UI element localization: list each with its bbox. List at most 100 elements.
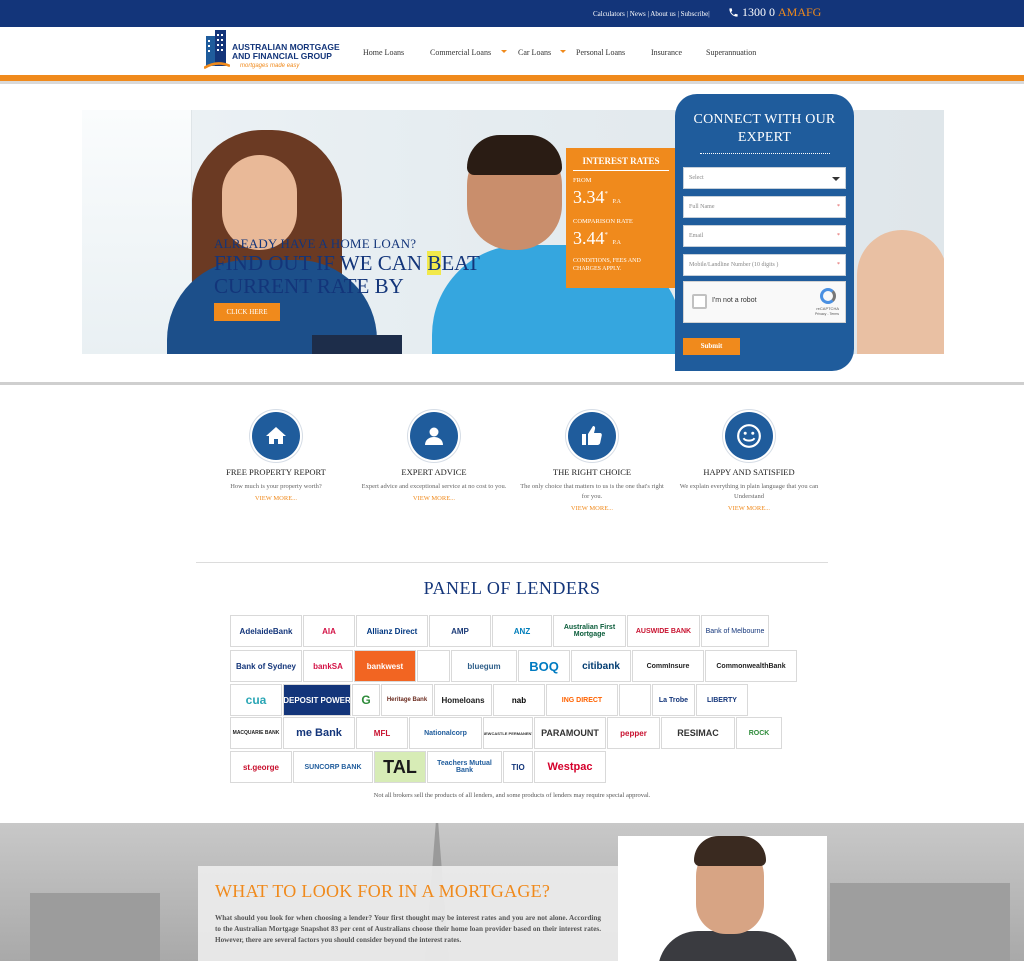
feature-happy-satisfied: HAPPY AND SATISFIED We explain everythin… [674, 412, 824, 512]
lender-logo[interactable]: CommonwealthBank [705, 650, 797, 682]
phone-accent: AMAFG [778, 5, 822, 19]
recaptcha-checkbox[interactable] [692, 294, 707, 309]
lender-logo[interactable]: NEWCASTLE PERMANENT [483, 717, 533, 749]
nav-home-loans[interactable]: Home Loans [363, 48, 404, 57]
email-field[interactable]: Email * [683, 225, 846, 247]
loan-type-select[interactable]: Select [683, 167, 846, 189]
lender-logo[interactable]: Westpac [534, 751, 606, 783]
view-more-link[interactable]: VIEW MORE... [201, 495, 351, 502]
divider [196, 562, 828, 563]
chevron-down-icon [501, 50, 507, 53]
lender-logo[interactable]: Bank of Melbourne [701, 615, 769, 647]
view-more-link[interactable]: VIEW MORE... [674, 505, 824, 512]
nav-car-loans[interactable]: Car Loans [518, 48, 551, 57]
lender-logo[interactable]: Heritage Bank [381, 684, 433, 716]
lenders-disclaimer: Not all brokers sell the products of all… [373, 792, 651, 799]
nav-insurance[interactable]: Insurance [651, 48, 682, 57]
lender-logo[interactable] [417, 650, 450, 682]
divider [699, 153, 830, 157]
phone-number[interactable]: 1300 0 AMAFG [728, 5, 821, 20]
hero-headline: ALREADY HAVE A HOME LOAN? FIND OUT IF WE… [214, 236, 480, 298]
interest-rates-title: INTEREST RATES [573, 156, 669, 171]
logo-tagline: mortgages made easy [240, 63, 300, 69]
lender-logo[interactable]: BOQ [518, 650, 570, 682]
lender-logo[interactable]: Teachers Mutual Bank [427, 751, 502, 783]
hero-photo-child [857, 230, 944, 354]
full-name-field[interactable]: Full Name * [683, 196, 846, 218]
calculators-link[interactable]: Calculators [593, 10, 625, 18]
lender-logo[interactable]: pepper [607, 717, 660, 749]
mortgage-article: WHAT TO LOOK FOR IN A MORTGAGE? What sho… [198, 866, 618, 961]
click-here-button[interactable]: CLICK HERE [214, 303, 280, 321]
lender-logo[interactable]: PARAMOUNT [534, 717, 606, 749]
lender-logo[interactable]: MFL [356, 717, 408, 749]
lender-logo[interactable]: Nationalcorp [409, 717, 482, 749]
lender-logo[interactable]: Australian First Mortgage [553, 615, 626, 647]
feature-expert-advice: EXPERT ADVICE Expert advice and exceptio… [359, 412, 509, 502]
top-links: Calculators | News | About us | Subscrib… [593, 10, 710, 18]
phone-field[interactable]: Mobile/Landline Number (10 digits ) * [683, 254, 846, 276]
lender-logo[interactable]: me Bank [283, 717, 355, 749]
thumbs-up-icon[interactable] [568, 412, 616, 460]
submit-button[interactable]: Submit [683, 338, 740, 355]
lender-logo[interactable]: TIO [503, 751, 533, 783]
lender-logo[interactable]: SUNCORP BANK [293, 751, 373, 783]
phone-icon [729, 8, 738, 17]
lender-logo[interactable]: RESIMAC [661, 717, 735, 749]
portrait-photo [618, 836, 827, 961]
view-more-link[interactable]: VIEW MORE... [359, 495, 509, 502]
lender-logo[interactable]: CommInsure [632, 650, 704, 682]
connect-title: CONNECT WITH OUR EXPERT [693, 112, 836, 145]
nav-personal-loans[interactable]: Personal Loans [576, 48, 625, 57]
lender-logo[interactable]: citibank [571, 650, 631, 682]
lender-logo[interactable]: AMP [429, 615, 491, 647]
nav-commercial-loans[interactable]: Commercial Loans [430, 48, 491, 57]
lender-logo[interactable] [619, 684, 651, 716]
subscribe-link[interactable]: Subscribe [681, 10, 709, 18]
lender-logo[interactable]: nab [493, 684, 545, 716]
article-title: WHAT TO LOOK FOR IN A MORTGAGE? [215, 881, 551, 901]
lender-logo[interactable]: AUSWIDE BANK [627, 615, 700, 647]
feature-free-property-report: FREE PROPERTY REPORT How much is your pr… [201, 412, 351, 502]
lender-logo[interactable]: bluegum [451, 650, 517, 682]
lender-logo[interactable]: bankSA [303, 650, 353, 682]
view-more-link[interactable]: VIEW MORE... [517, 505, 667, 512]
lender-logo[interactable]: DEPOSIT POWER [283, 684, 351, 716]
lender-logo[interactable]: ING DIRECT [546, 684, 618, 716]
smiley-icon[interactable] [725, 412, 773, 460]
top-bar [0, 0, 1024, 27]
logo-text: AUSTRALIAN MORTGAGE AND FINANCIAL GROUP [232, 42, 340, 61]
interest-rates-box: INTEREST RATES FROM 3.34* P.A COMPARISON… [566, 148, 676, 288]
building-logo-icon [204, 30, 230, 70]
section-separator [0, 382, 1024, 385]
logo[interactable]: AUSTRALIAN MORTGAGE AND FINANCIAL GROUP m… [200, 30, 345, 74]
about-us-link[interactable]: About us [650, 10, 675, 18]
user-icon[interactable] [410, 412, 458, 460]
lender-logo[interactable]: Homeloans [434, 684, 492, 716]
lender-logo[interactable]: G [352, 684, 380, 716]
nav-superannuation[interactable]: Superannuation [706, 48, 756, 57]
hero-laptop [312, 335, 402, 354]
lender-logo[interactable]: AdelaideBank [230, 615, 302, 647]
lender-logo[interactable]: st.george [230, 751, 292, 783]
lender-logo[interactable]: Bank of Sydney [230, 650, 302, 682]
lender-logo[interactable]: ROCK [736, 717, 782, 749]
lender-logo[interactable]: AIA [303, 615, 355, 647]
lender-logo[interactable]: La Trobe [652, 684, 695, 716]
recaptcha: I'm not a robot reCAPTCHA Privacy - Term… [683, 281, 846, 323]
lender-logo[interactable]: MACQUARIE BANK [230, 717, 282, 749]
home-icon[interactable] [252, 412, 300, 460]
chevron-down-icon [560, 50, 566, 53]
lender-logo[interactable]: TAL [374, 751, 426, 783]
phone-prefix: 1300 0 [742, 5, 775, 19]
lender-logo[interactable]: Allianz Direct [356, 615, 428, 647]
lender-logo[interactable]: LIBERTY [696, 684, 748, 716]
article-body: What should you look for when choosing a… [215, 914, 601, 944]
lender-logo[interactable]: ANZ [492, 615, 552, 647]
comparison-rate-value: 3.44* P.A [573, 228, 622, 248]
lender-logo[interactable]: bankwest [354, 650, 416, 682]
header [0, 27, 1024, 75]
recaptcha-icon [820, 288, 836, 304]
news-link[interactable]: News [630, 10, 646, 18]
lender-logo[interactable]: cua [230, 684, 282, 716]
